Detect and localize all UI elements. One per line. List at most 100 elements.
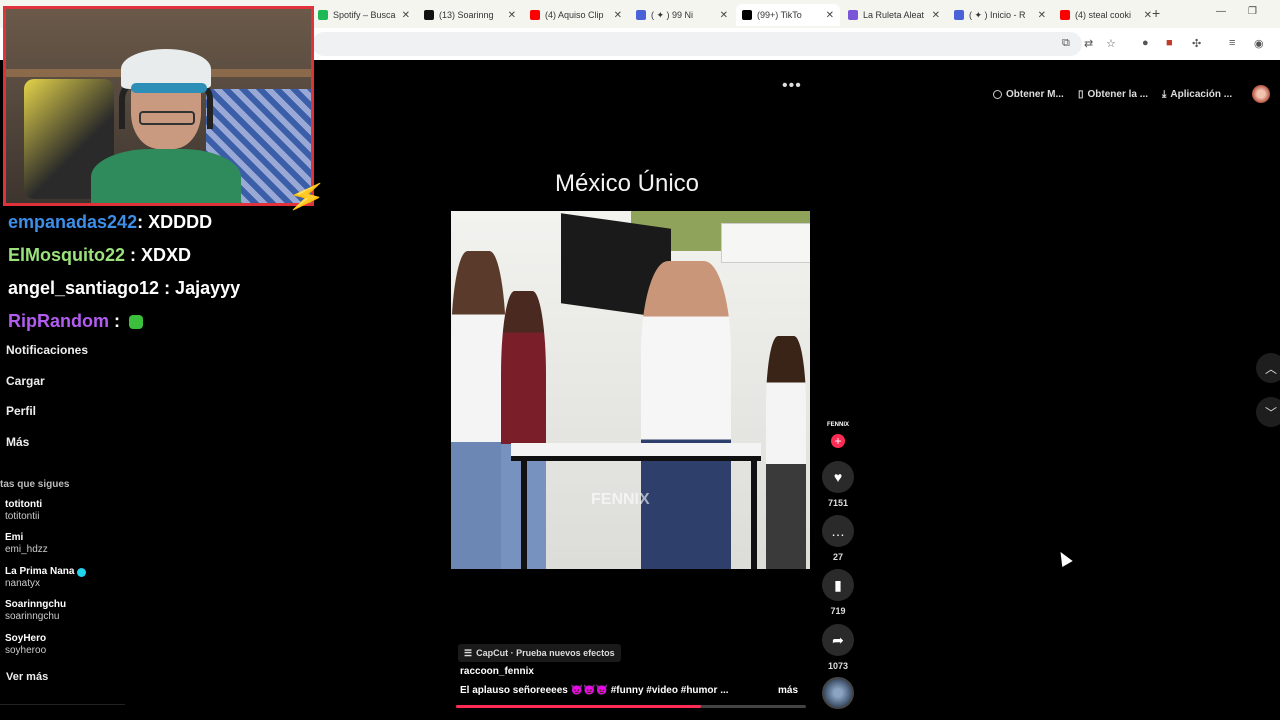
puzzle-icon[interactable]: ✣: [1192, 37, 1201, 50]
account-name: totitonti: [5, 499, 43, 510]
tab-title: ( ✦ ) 99 Ni: [651, 9, 694, 20]
followed-account[interactable]: Soarinngchu soarinngchu: [5, 599, 66, 623]
followed-account[interactable]: SoyHero soyheroo: [5, 633, 46, 657]
caption-more-link[interactable]: más: [778, 685, 798, 696]
tab-favicon-icon: [1060, 10, 1070, 20]
streamer-webcam: [3, 6, 314, 206]
video-progress-bar[interactable]: [456, 705, 806, 708]
extension-red-icon[interactable]: ■: [1166, 37, 1173, 49]
account-name: Soarinngchu: [5, 599, 67, 610]
account-name: Emi: [5, 532, 24, 543]
follow-plus-button[interactable]: +: [831, 434, 845, 448]
video-progress-fill: [456, 705, 701, 708]
tab-favicon-icon: [636, 10, 646, 20]
tab-close-icon[interactable]: ✕: [720, 10, 728, 21]
chevron-down-icon: ﹀: [1265, 405, 1278, 420]
sidebar-item-more[interactable]: Más: [6, 435, 29, 449]
cast-icon[interactable]: ⧉: [1062, 37, 1070, 50]
tab-title: (99+) TikTo: [757, 10, 802, 20]
effect-icon: ☰: [464, 647, 473, 658]
account-name: La Prima Nana: [5, 566, 75, 577]
browser-tab[interactable]: (4) steal cooki ✕: [1054, 4, 1158, 26]
video-scene-table: [511, 443, 761, 461]
account-name: SoyHero: [5, 633, 47, 644]
restore-icon[interactable]: ❐: [1248, 6, 1257, 17]
get-app-button[interactable]: ▯ Obtener la ...: [1078, 84, 1148, 104]
address-bar[interactable]: [312, 32, 1082, 56]
tab-favicon-icon: [530, 10, 540, 20]
tab-close-icon[interactable]: ✕: [508, 10, 516, 21]
webcam-cap-brim: [131, 83, 207, 93]
tab-favicon-icon: [424, 10, 434, 20]
desktop-app-label: Aplicación ...: [1170, 88, 1233, 100]
followed-account[interactable]: totitonti totitontii: [5, 499, 42, 523]
see-more-link[interactable]: Ver más: [6, 671, 48, 683]
video-author[interactable]: raccoon_fennix: [460, 666, 534, 677]
tab-title: (4) steal cooki: [1075, 10, 1132, 20]
creator-avatar[interactable]: FENNIX: [826, 410, 850, 434]
chevron-up-icon: ︿: [1265, 361, 1278, 376]
next-video-button[interactable]: ﹀: [1256, 397, 1280, 427]
share-count: 1073: [827, 661, 849, 671]
new-tab-button[interactable]: +: [1152, 5, 1160, 21]
share-button[interactable]: ➦: [822, 624, 854, 656]
verified-badge-icon: [77, 567, 87, 577]
like-button[interactable]: ♥: [822, 461, 854, 493]
get-coins-button[interactable]: Obtener M...: [993, 84, 1064, 104]
desktop-app-button[interactable]: ⤓ Aplicación ...: [1162, 84, 1232, 104]
tab-favicon-icon: [742, 10, 752, 20]
browser-tab[interactable]: La Ruleta Aleat ✕: [842, 4, 946, 26]
webcam-shirt: [91, 149, 241, 203]
browser-tab[interactable]: ( ✦ ) Inicio - R ✕: [948, 4, 1052, 26]
get-coins-label: Obtener M...: [1006, 88, 1064, 100]
browser-tab[interactable]: Spotify – Busca ✕: [312, 4, 416, 26]
tab-favicon-icon: [954, 10, 964, 20]
bookmark-star-icon[interactable]: ☆: [1106, 37, 1116, 50]
effect-chip[interactable]: ☰ CapCut · Prueba nuevos efectos: [458, 644, 621, 662]
browser-tab[interactable]: (13) Soarinng ✕: [418, 4, 522, 26]
browser-tab[interactable]: (4) Aquiso Clip ✕: [524, 4, 628, 26]
like-count: 7151: [827, 498, 849, 508]
chat-username: angel_santiago12: [8, 278, 160, 298]
webcam-streamer: [91, 39, 241, 203]
account-handle: soyheroo: [5, 645, 47, 656]
tab-close-icon[interactable]: ✕: [1038, 10, 1046, 21]
following-accounts-header: tas que sigues: [0, 479, 70, 490]
comment-button[interactable]: …: [822, 515, 854, 547]
browser-tab[interactable]: (99+) TikTo ✕: [736, 4, 840, 26]
chat-text: : XDDDD: [137, 212, 213, 232]
profile-icon[interactable]: ◉: [1254, 37, 1264, 50]
tab-close-icon[interactable]: ✕: [614, 10, 622, 21]
tab-close-icon[interactable]: ✕: [932, 10, 940, 21]
save-button[interactable]: ▮: [822, 569, 854, 601]
previous-video-button[interactable]: ︿: [1256, 353, 1280, 383]
media-icon[interactable]: ≡: [1229, 37, 1235, 49]
minimize-icon[interactable]: —: [1216, 6, 1226, 17]
chat-text: :: [109, 311, 125, 331]
video-player[interactable]: FENNIX: [451, 211, 810, 569]
chat-message: empanadas242: XDDDD: [8, 212, 212, 233]
account-handle: nanatyx: [5, 578, 41, 589]
chat-message: angel_santiago12 : Jajayyy: [8, 278, 240, 299]
sidebar-item-notifications[interactable]: Notificaciones: [6, 343, 88, 357]
translate-icon[interactable]: ⇄: [1084, 37, 1093, 50]
video-person: [641, 261, 731, 569]
browser-tab[interactable]: ( ✦ ) 99 Ni ✕: [630, 4, 734, 26]
tab-close-icon[interactable]: ✕: [1144, 10, 1152, 21]
save-count: 719: [830, 606, 846, 616]
get-app-label: Obtener la ...: [1087, 88, 1149, 100]
tab-close-icon[interactable]: ✕: [826, 10, 834, 21]
account-handle: emi_hdzz: [5, 544, 48, 555]
music-disc-icon[interactable]: [822, 677, 854, 709]
chat-emote-icon: [129, 315, 143, 330]
sidebar-item-upload[interactable]: Cargar: [6, 374, 45, 388]
share-arrow-icon: ➦: [832, 631, 844, 648]
sidebar-item-profile[interactable]: Perfil: [6, 404, 36, 418]
extension-icon[interactable]: ●: [1142, 37, 1149, 49]
followed-account[interactable]: La Prima Nana nanatyx: [5, 566, 87, 590]
tab-close-icon[interactable]: ✕: [402, 10, 410, 21]
user-avatar[interactable]: [1252, 85, 1270, 103]
followed-account[interactable]: Emi emi_hdzz: [5, 532, 48, 556]
video-watermark: FENNIX: [591, 491, 650, 508]
more-options-icon[interactable]: •••: [782, 77, 802, 95]
